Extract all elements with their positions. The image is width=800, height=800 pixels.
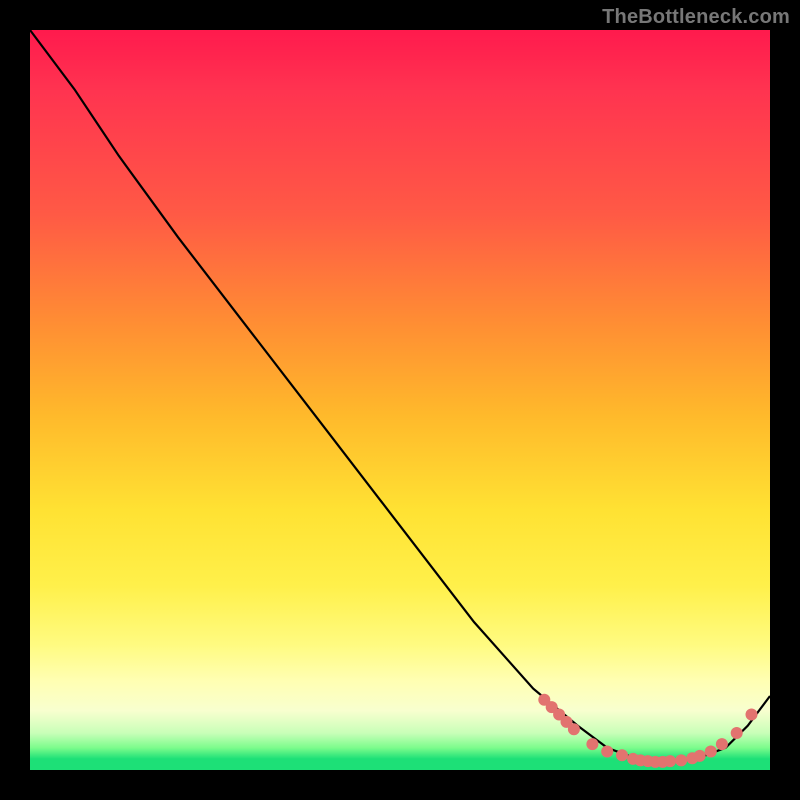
curve-marker [601, 746, 613, 758]
curve-markers [538, 694, 757, 768]
plot-area [30, 30, 770, 770]
curve-marker [664, 755, 676, 767]
curve-marker [731, 727, 743, 739]
curve-marker [705, 746, 717, 758]
curve-marker [716, 738, 728, 750]
curve-marker [694, 750, 706, 762]
bottleneck-curve [30, 30, 770, 763]
chart-frame: TheBottleneck.com [0, 0, 800, 800]
curve-svg [30, 30, 770, 770]
curve-marker [568, 723, 580, 735]
curve-marker [675, 754, 687, 766]
watermark-text: TheBottleneck.com [602, 6, 790, 29]
curve-marker [746, 709, 758, 721]
curve-marker [616, 749, 628, 761]
curve-marker [586, 738, 598, 750]
